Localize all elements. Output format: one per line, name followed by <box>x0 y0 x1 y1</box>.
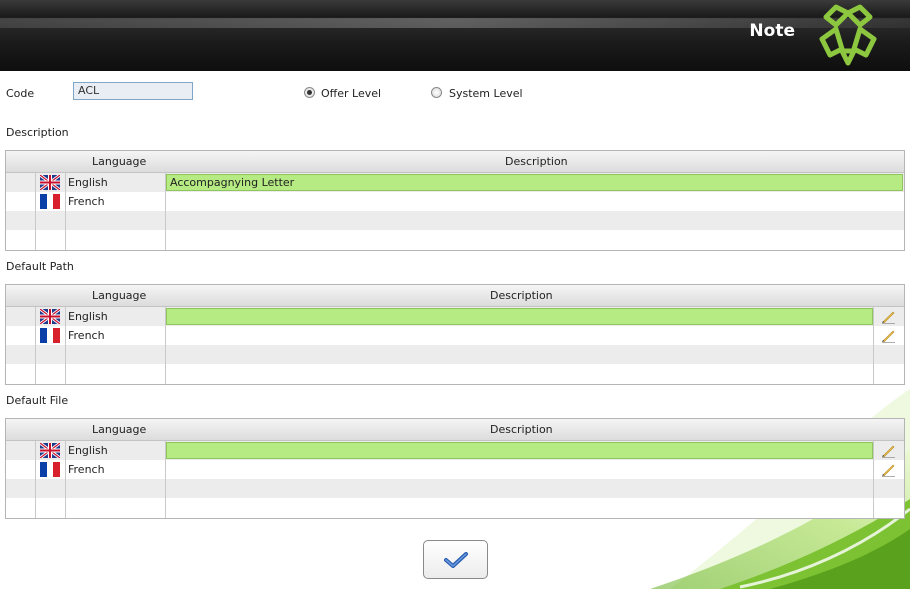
empty-row <box>6 345 904 364</box>
code-input[interactable]: ACL <box>73 82 193 100</box>
system-level-radio[interactable] <box>431 87 442 98</box>
language-column-header[interactable]: Language <box>92 423 146 436</box>
empty-row <box>6 230 904 249</box>
column-divider <box>35 441 36 518</box>
language-label: French <box>68 195 105 208</box>
language-column-header[interactable]: Language <box>92 155 146 168</box>
description-column-header[interactable]: Description <box>490 289 553 302</box>
uk-flag-icon <box>40 175 60 190</box>
table-row[interactable]: French <box>6 326 904 345</box>
uk-flag-icon <box>40 309 60 324</box>
column-divider <box>35 307 36 384</box>
column-divider <box>165 307 166 384</box>
system-level-label[interactable]: System Level <box>449 87 523 100</box>
column-divider <box>165 441 166 518</box>
language-column-header[interactable]: Language <box>92 289 146 302</box>
table-row[interactable]: English <box>6 307 904 326</box>
grid-header: Language Description <box>6 419 904 441</box>
path-input[interactable] <box>166 308 873 325</box>
table-row[interactable]: English Accompagnying Letter <box>6 173 904 192</box>
language-label: English <box>68 444 108 457</box>
column-divider <box>65 307 66 384</box>
confirm-button[interactable] <box>423 540 488 579</box>
file-input[interactable] <box>166 442 873 459</box>
edit-pencil-icon[interactable] <box>881 462 896 477</box>
column-divider <box>873 441 874 518</box>
offer-level-radio[interactable] <box>304 87 315 98</box>
language-label: French <box>68 329 105 342</box>
column-divider <box>65 441 66 518</box>
default-file-grid: Language Description English French <box>5 418 905 519</box>
language-label: English <box>68 176 108 189</box>
window-title: Note <box>749 21 795 41</box>
default-file-section-label: Default File <box>6 394 69 407</box>
empty-row <box>6 211 904 230</box>
description-column-header[interactable]: Description <box>505 155 568 168</box>
checkmark-icon <box>444 552 468 568</box>
language-label: French <box>68 463 105 476</box>
description-column-header[interactable]: Description <box>490 423 553 436</box>
grid-header: Language Description <box>6 151 904 173</box>
column-divider <box>165 173 166 250</box>
empty-row <box>6 479 904 498</box>
description-input[interactable]: Accompagnying Letter <box>166 174 903 191</box>
default-path-section-label: Default Path <box>6 260 74 273</box>
edit-pencil-icon[interactable] <box>881 443 896 458</box>
column-divider <box>35 173 36 250</box>
description-section-label: Description <box>6 126 69 139</box>
column-divider <box>873 307 874 384</box>
offer-level-label[interactable]: Offer Level <box>321 87 381 100</box>
header-bar: Note <box>0 0 910 71</box>
column-divider <box>65 173 66 250</box>
app-logo-icon <box>819 4 877 66</box>
language-label: English <box>68 310 108 323</box>
france-flag-icon <box>40 462 60 477</box>
edit-pencil-icon[interactable] <box>881 309 896 324</box>
empty-row <box>6 364 904 383</box>
empty-row <box>6 498 904 517</box>
france-flag-icon <box>40 328 60 343</box>
table-row[interactable]: English <box>6 441 904 460</box>
description-grid: Language Description English Accompagnyi… <box>5 150 905 251</box>
grid-header: Language Description <box>6 285 904 307</box>
france-flag-icon <box>40 194 60 209</box>
table-row[interactable]: French <box>6 460 904 479</box>
code-label: Code <box>6 87 35 100</box>
uk-flag-icon <box>40 443 60 458</box>
edit-pencil-icon[interactable] <box>881 328 896 343</box>
default-path-grid: Language Description English French <box>5 284 905 385</box>
table-row[interactable]: French <box>6 192 904 211</box>
